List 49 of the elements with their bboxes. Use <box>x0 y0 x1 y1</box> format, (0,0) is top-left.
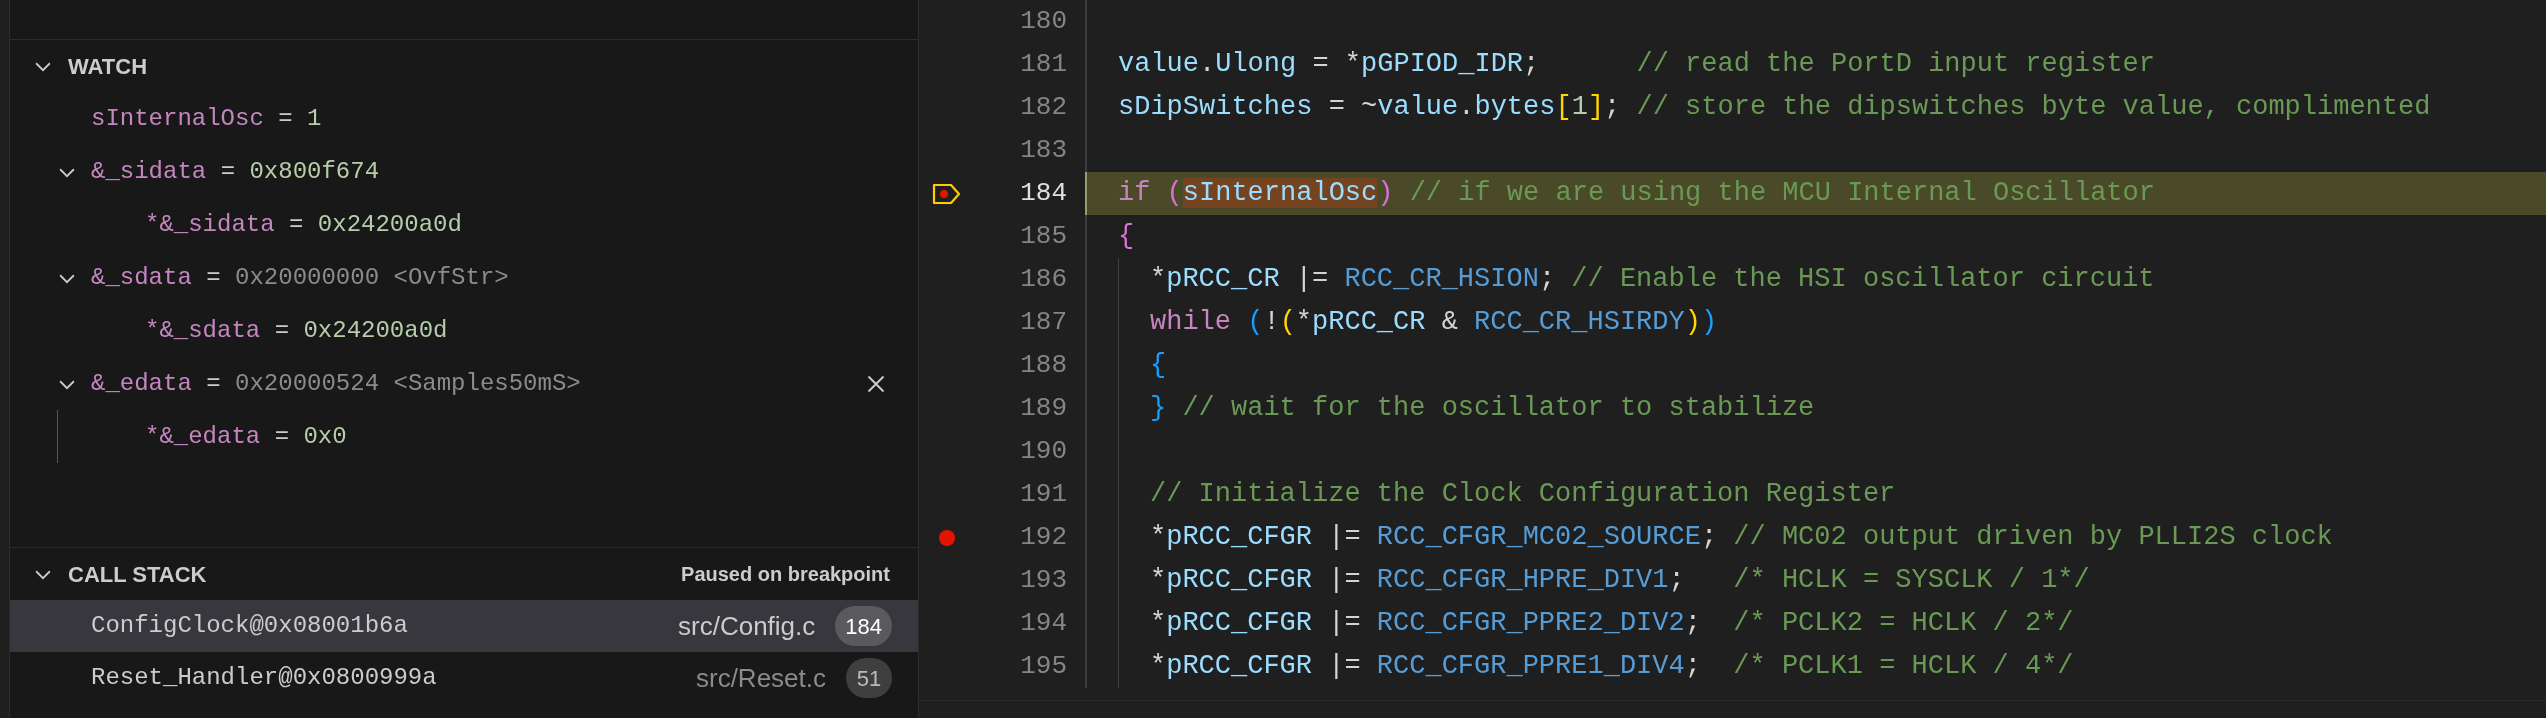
code-line: while (!(*pRCC_CR & RCC_CR_HSIRDY)) <box>1150 306 1718 340</box>
code-line: { <box>1150 349 1167 383</box>
code-line: // Initialize the Clock Configuration Register <box>1150 478 1896 512</box>
code-line: { <box>1118 220 1135 254</box>
watch-expression[interactable]: *&_edata = 0x0 <box>145 418 347 455</box>
line-number: 186 <box>1019 263 1067 296</box>
stack-frame[interactable]: ConfigClock@0x08001b6a src/Config.c 184 <box>10 600 918 652</box>
line-number: 185 <box>1019 220 1067 253</box>
frame-name: Reset_Handler@0x0800999a <box>91 663 437 693</box>
code-line: *pRCC_CFGR |= RCC_CFGR_HPRE_DIV1; /* HCLK = SYSCLK / 1*/ <box>1150 564 2090 598</box>
code-line: if (sInternalOsc) // if we are using the MCU Internal Oscillator <box>1118 177 2155 211</box>
line-number: 181 <box>1019 48 1067 81</box>
frame-file: src/Config.c <box>678 609 816 643</box>
line-number: 183 <box>1019 134 1067 167</box>
line-badge: 51 <box>846 658 892 698</box>
paused-status: Paused on breakpoint <box>681 562 890 587</box>
code-line: *pRCC_CFGR |= RCC_CFGR_PPRE2_DIV2; /* PCLK2 = HCLK / 2*/ <box>1150 607 2074 641</box>
line-number: 180 <box>1019 5 1067 38</box>
line-number: 184 <box>1019 177 1067 210</box>
line-number: 187 <box>1019 306 1067 339</box>
code-line: *pRCC_CFGR |= RCC_CFGR_MC02_SOURCE; // MC02 output driven by PLLI2S clock <box>1150 521 2333 555</box>
line-number: 182 <box>1019 91 1067 124</box>
line-badge: 184 <box>835 606 892 646</box>
code-line: value.Ulong = *pGPIOD_IDR; // read the PortD input register <box>1118 48 2155 82</box>
line-number: 190 <box>1019 435 1067 468</box>
line-number: 192 <box>1019 521 1067 554</box>
frame-file: src/Reset.c <box>695 661 826 695</box>
section-title[interactable]: WATCH <box>68 49 148 83</box>
watch-expression[interactable]: &_sidata = 0x800f674 <box>91 153 380 190</box>
watch-expression[interactable]: &_sdata = 0x20000000 <OvfStr> <box>91 259 509 296</box>
watch-expression[interactable]: &_edata = 0x20000524 <Samples50mS> <box>91 365 581 402</box>
line-number: 193 <box>1019 564 1067 597</box>
line-number: 188 <box>1019 349 1067 382</box>
stack-frame[interactable]: Reset_Handler@0x0800999a src/Reset.c 51 <box>10 652 918 704</box>
watch-expression[interactable]: *&_sidata = 0x24200a0d <box>145 206 462 243</box>
section-title[interactable]: CALL STACK <box>68 557 207 591</box>
code-line: *pRCC_CR |= RCC_CR_HSION; // Enable the HSI oscillator circuit <box>1150 263 2155 297</box>
line-number: 191 <box>1019 478 1067 511</box>
code-line: } // wait for the oscillator to stabilize <box>1150 392 1815 426</box>
watch-expression[interactable]: sInternalOsc = 1 <box>91 100 322 137</box>
line-number: 194 <box>1019 607 1067 640</box>
frame-name: ConfigClock@0x08001b6a <box>91 611 408 641</box>
breakpoint-icon[interactable] <box>938 528 956 547</box>
current-line-icon[interactable] <box>932 181 962 206</box>
code-line: *pRCC_CFGR |= RCC_CFGR_PPRE1_DIV4; /* PCLK1 = HCLK / 4*/ <box>1150 650 2074 684</box>
line-number: 189 <box>1019 392 1067 425</box>
line-number: 195 <box>1019 650 1067 683</box>
watch-expression[interactable]: *&_sdata = 0x24200a0d <box>145 312 448 349</box>
code-line: sDipSwitches = ~value.bytes[1]; // store the dipswitches byte value, complimented <box>1118 91 2431 125</box>
